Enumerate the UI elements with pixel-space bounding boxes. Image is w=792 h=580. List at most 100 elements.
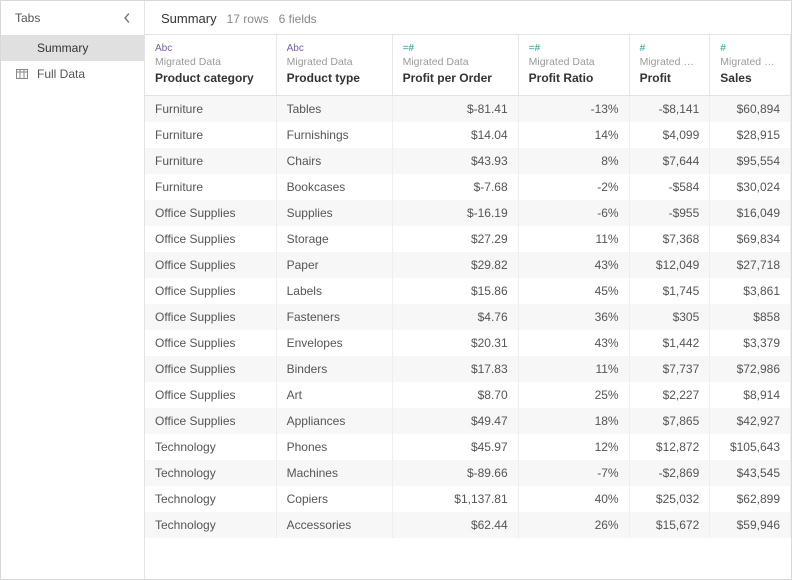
tab-full-data[interactable]: Full Data [1,61,144,87]
table-cell: 40% [518,486,629,512]
chevron-left-icon[interactable] [122,13,132,23]
table-cell: $7,865 [629,408,710,434]
table-cell: $7,644 [629,148,710,174]
table-cell: $305 [629,304,710,330]
column-header[interactable]: #Migrated D...Profit [629,35,710,96]
column-header[interactable]: #Migrated D...Sales [710,35,791,96]
table-cell: $-81.41 [392,96,518,123]
column-header[interactable]: =#Migrated DataProfit Ratio [518,35,629,96]
table-cell: Office Supplies [145,226,276,252]
table-row[interactable]: TechnologyPhones$45.9712%$12,872$105,643 [145,434,791,460]
tab-summary[interactable]: Summary [1,35,144,61]
app-frame: Tabs Summary Full Data Summary 17 rows 6… [0,0,792,580]
table-cell: 43% [518,252,629,278]
sidebar-title: Tabs [15,11,40,25]
table-row[interactable]: Office SuppliesEnvelopes$20.3143%$1,442$… [145,330,791,356]
table-row[interactable]: Office SuppliesSupplies$-16.19-6%-$955$1… [145,200,791,226]
column-header[interactable]: =#Migrated DataProfit per Order [392,35,518,96]
table-cell: $-7.68 [392,174,518,200]
table-cell: 11% [518,356,629,382]
table-row[interactable]: TechnologyCopiers$1,137.8140%$25,032$62,… [145,486,791,512]
table-cell: 14% [518,122,629,148]
table-cell: Technology [145,512,276,538]
table-cell: 12% [518,434,629,460]
table-cell: $45.97 [392,434,518,460]
sidebar: Tabs Summary Full Data [1,1,145,579]
tab-label: Full Data [37,67,85,81]
table-cell: $14.04 [392,122,518,148]
table-cell: $858 [710,304,791,330]
table-cell: $8,914 [710,382,791,408]
field-name: Product type [287,71,360,85]
table-cell: $7,368 [629,226,710,252]
table-cell: $7,737 [629,356,710,382]
table-cell: -$2,869 [629,460,710,486]
table-cell: Storage [276,226,392,252]
table-cell: 36% [518,304,629,330]
table-cell: $43.93 [392,148,518,174]
table-row[interactable]: Office SuppliesBinders$17.8311%$7,737$72… [145,356,791,382]
table-cell: $59,946 [710,512,791,538]
field-source: Migrated Data [287,56,382,68]
table-cell: 45% [518,278,629,304]
table-cell: Office Supplies [145,382,276,408]
field-count: 6 fields [279,12,317,26]
table-row[interactable]: FurnitureFurnishings$14.0414%$4,099$28,9… [145,122,791,148]
table-cell: 8% [518,148,629,174]
table-cell: $29.82 [392,252,518,278]
column-header[interactable]: AbcMigrated DataProduct category [145,35,276,96]
table-cell: $1,137.81 [392,486,518,512]
field-source: Migrated Data [529,56,619,68]
table-row[interactable]: Office SuppliesLabels$15.8645%$1,745$3,8… [145,278,791,304]
table-cell: Office Supplies [145,200,276,226]
tab-label: Summary [37,41,88,55]
table-cell: 18% [518,408,629,434]
table-cell: Paper [276,252,392,278]
table-cell: $12,049 [629,252,710,278]
table-cell: Furnishings [276,122,392,148]
number-type-icon: =# [403,43,508,54]
table-cell: -6% [518,200,629,226]
table-cell: $3,861 [710,278,791,304]
table-row[interactable]: Office SuppliesFasteners$4.7636%$305$858 [145,304,791,330]
row-count: 17 rows [227,12,269,26]
table-row[interactable]: Office SuppliesArt$8.7025%$2,227$8,914 [145,382,791,408]
table-cell: Fasteners [276,304,392,330]
table-icon [15,69,29,79]
text-type-icon: Abc [155,43,266,54]
table-cell: Appliances [276,408,392,434]
table-cell: -$8,141 [629,96,710,123]
column-header[interactable]: AbcMigrated DataProduct type [276,35,392,96]
table-cell: $2,227 [629,382,710,408]
table-cell: -7% [518,460,629,486]
table-row[interactable]: Office SuppliesAppliances$49.4718%$7,865… [145,408,791,434]
table-row[interactable]: FurnitureChairs$43.938%$7,644$95,554 [145,148,791,174]
table-row[interactable]: FurnitureTables$-81.41-13%-$8,141$60,894 [145,96,791,123]
sidebar-tabs: Summary Full Data [1,35,144,87]
field-source: Migrated D... [720,56,780,68]
table-cell: Phones [276,434,392,460]
field-name: Profit [640,71,671,85]
table-cell: $1,442 [629,330,710,356]
main-panel: Summary 17 rows 6 fields AbcMigrated Dat… [145,1,791,579]
table-body: FurnitureTables$-81.41-13%-$8,141$60,894… [145,96,791,539]
table-scroll[interactable]: AbcMigrated DataProduct categoryAbc Migra… [145,35,791,579]
table-row[interactable]: FurnitureBookcases$-7.68-2%-$584$30,024 [145,174,791,200]
table-cell: Furniture [145,148,276,174]
table-row[interactable]: Office SuppliesPaper$29.8243%$12,049$27,… [145,252,791,278]
number-type-icon: # [720,43,780,54]
table-row[interactable]: TechnologyMachines$-89.66-7%-$2,869$43,5… [145,460,791,486]
table-row[interactable]: TechnologyAccessories$62.4426%$15,672$59… [145,512,791,538]
table-cell: Supplies [276,200,392,226]
number-type-icon: =# [529,43,619,54]
table-cell: Furniture [145,174,276,200]
table-cell: $15,672 [629,512,710,538]
table-cell: $4.76 [392,304,518,330]
table-cell: $62,899 [710,486,791,512]
table-cell: Technology [145,460,276,486]
page-title: Summary [161,11,217,26]
table-cell: -$584 [629,174,710,200]
table-cell: $42,927 [710,408,791,434]
table-row[interactable]: Office SuppliesStorage$27.2911%$7,368$69… [145,226,791,252]
table-cell: 43% [518,330,629,356]
